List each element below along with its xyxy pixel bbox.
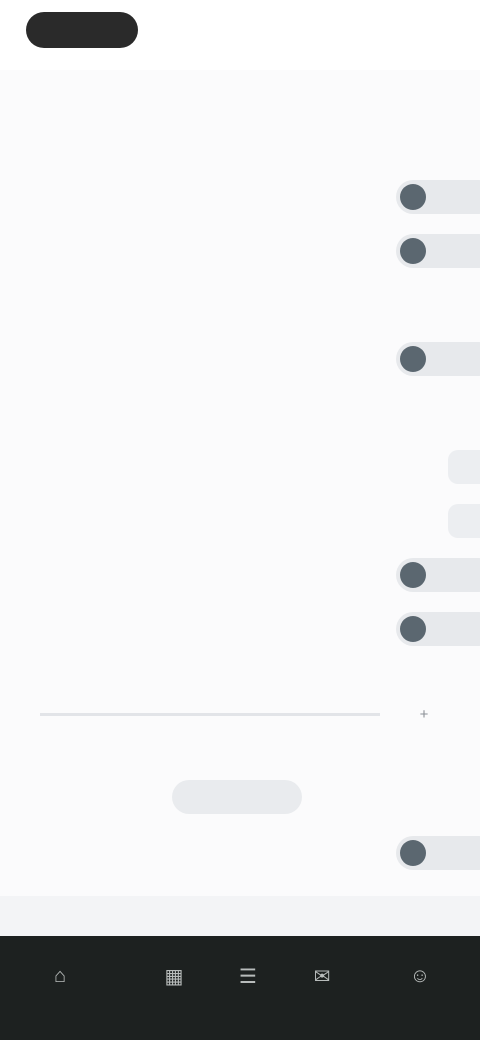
bottom-tab-bar bbox=[0, 896, 480, 936]
page-title bbox=[0, 72, 480, 102]
dropdown-button[interactable] bbox=[448, 504, 480, 538]
toggle-knob bbox=[400, 616, 426, 642]
settings-row-1[interactable] bbox=[0, 170, 480, 224]
segment-option[interactable] bbox=[52, 780, 132, 814]
settings-row-last[interactable] bbox=[0, 826, 480, 880]
segmented-header-row bbox=[0, 740, 480, 780]
settings-row-6[interactable] bbox=[0, 440, 480, 494]
toggle-switch[interactable] bbox=[396, 180, 480, 214]
bottom-tab[interactable] bbox=[190, 904, 290, 928]
segment-option[interactable] bbox=[342, 780, 422, 814]
top-bar bbox=[0, 0, 480, 70]
slider-header-row bbox=[0, 652, 480, 692]
dropdown-button[interactable] bbox=[448, 450, 480, 484]
size-slider[interactable]: + bbox=[22, 700, 442, 728]
bottom-tab[interactable] bbox=[340, 904, 440, 928]
slider-tick[interactable] bbox=[132, 700, 168, 728]
toggle-knob bbox=[400, 238, 426, 264]
list-icon[interactable]: ☰ bbox=[224, 956, 272, 996]
settings-row-4[interactable] bbox=[0, 332, 480, 386]
section-label bbox=[22, 134, 322, 154]
toggle-knob bbox=[400, 184, 426, 210]
toggle-switch[interactable] bbox=[396, 836, 480, 870]
toggle-knob bbox=[400, 346, 426, 372]
home-icon[interactable]: ⌂ bbox=[36, 956, 84, 996]
slider-tick[interactable] bbox=[312, 700, 348, 728]
segmented-control[interactable] bbox=[22, 780, 462, 814]
toggle-switch[interactable] bbox=[396, 234, 480, 268]
toggle-knob bbox=[400, 562, 426, 588]
toggle-knob bbox=[400, 840, 426, 866]
segment-option-selected[interactable] bbox=[172, 780, 302, 814]
toggle-switch[interactable] bbox=[396, 612, 480, 646]
settings-row-7[interactable] bbox=[0, 494, 480, 548]
slider-tick[interactable] bbox=[52, 700, 88, 728]
settings-row-2[interactable] bbox=[0, 224, 480, 278]
top-pill-button[interactable] bbox=[26, 12, 138, 48]
bottom-tab[interactable] bbox=[40, 904, 140, 928]
settings-row-9[interactable] bbox=[0, 602, 480, 656]
grid-icon[interactable]: ▦ bbox=[150, 956, 198, 996]
settings-row-8[interactable] bbox=[0, 548, 480, 602]
person-icon[interactable]: ☺ bbox=[396, 956, 444, 996]
slider-plus-button[interactable]: + bbox=[410, 700, 438, 728]
bottom-navigation: ⌂ ▦ ☰ ✉ ☺ bbox=[0, 936, 480, 1040]
settings-row-3[interactable] bbox=[0, 278, 480, 332]
slider-tick[interactable] bbox=[222, 700, 258, 728]
chat-icon[interactable]: ✉ bbox=[298, 956, 346, 996]
toggle-switch[interactable] bbox=[396, 342, 480, 376]
settings-row-5[interactable] bbox=[0, 386, 480, 440]
toggle-switch[interactable] bbox=[396, 558, 480, 592]
